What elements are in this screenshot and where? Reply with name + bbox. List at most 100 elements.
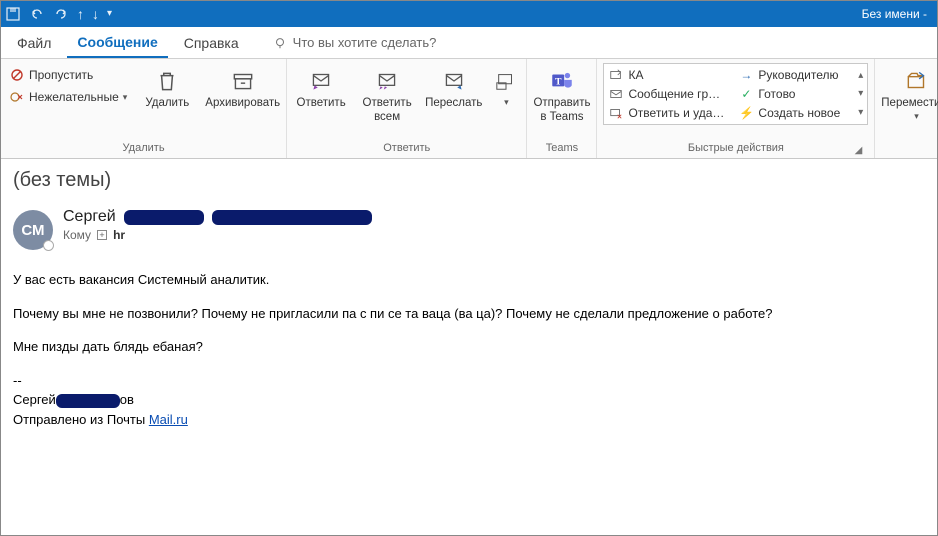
tell-me-placeholder: Что вы хотите сделать? [293,35,437,50]
delete-label: Удалить [145,97,189,111]
quickstep-manager[interactable]: →Руководителю [738,66,840,84]
body-paragraph: У вас есть вакансия Системный аналитик. [13,270,925,290]
quickstep-group-msg[interactable]: Сообщение гр… [608,85,724,103]
recipients-line: Кому + hr [63,228,372,242]
junk-label: Нежелательные [29,90,119,104]
ignore-label: Пропустить [29,68,93,82]
ribbon-tabs: Файл Сообщение Справка Что вы хотите сде… [1,27,937,59]
junk-icon [9,89,25,105]
avatar-initials: СМ [21,222,44,239]
reply-all-label: Ответить всем [363,97,412,125]
ignore-button[interactable]: Пропустить [7,65,129,85]
reply-all-button[interactable]: Ответить всем [359,63,415,125]
body-paragraph: Мне пизды дать блядь ебаная? [13,337,925,357]
respond-more-button[interactable]: ▾ [492,63,520,108]
sig-sent-from: Отправлено из Почты [13,412,149,427]
move-label: Переместить [881,97,938,111]
group-label-delete: Удалить [7,140,280,158]
expand-recipients-icon[interactable]: + [97,230,107,240]
reply-delete-icon [608,105,624,121]
sender-row: СМ Сергей Кому + hr [13,208,925,250]
ignore-icon [9,67,25,83]
lightning-icon: ⚡ [738,105,754,121]
quickstep-done[interactable]: ✓Готово [738,85,840,103]
tab-help[interactable]: Справка [174,29,249,57]
mailru-link[interactable]: Mail.ru [149,412,188,427]
qat-customize-icon[interactable]: ▾ [107,9,112,19]
quickstep-new[interactable]: ⚡Создать новое [738,104,840,122]
reply-icon [307,67,335,95]
move-button[interactable]: Переместить ▾ [881,63,938,122]
redo-icon[interactable] [53,6,69,22]
checkmark-icon: ✓ [738,86,754,102]
forward-arrow-icon: → [738,67,754,83]
undo-icon[interactable] [29,6,45,22]
tab-file[interactable]: Файл [7,29,61,57]
junk-button[interactable]: Нежелательные ▾ [7,87,129,107]
teams-label: Отправить в Teams [533,97,590,125]
presence-indicator-icon [43,240,54,251]
chevron-down-icon: ▾ [123,92,128,103]
envelope-icon [608,86,624,102]
reply-button[interactable]: Ответить [293,63,349,111]
forward-icon [440,67,468,95]
more-respond-icon [492,67,520,95]
ribbon-group-teams: T Отправить в Teams Teams [527,59,597,158]
delete-button[interactable]: Удалить [139,63,195,111]
send-to-teams-button[interactable]: T Отправить в Teams [533,63,590,125]
title-bar: ↑ ↓ ▾ Без имени - [1,1,937,27]
sig-name-suffix: ов [120,392,134,407]
move-icon [903,67,931,95]
message-pane: (без темы) СМ Сергей Кому + hr У вас ест… [1,159,937,439]
ribbon-group-respond: Ответить Ответить всем Переслать ▾ Ответ… [287,59,527,158]
archive-icon [229,67,257,95]
tab-message[interactable]: Сообщение [67,28,167,58]
redacted-block [124,210,204,225]
svg-text:T: T [555,76,562,87]
save-icon[interactable] [5,6,21,22]
chevron-down-icon: ▾ [504,97,509,108]
quickstep-reply-delete[interactable]: Ответить и уда… [608,104,724,122]
dialog-launcher-icon[interactable]: ◢ [855,145,867,156]
chevron-up-icon[interactable]: ▴ [858,70,863,81]
body-paragraph: Почему вы мне не позвонили? Почему не пр… [13,304,925,324]
ribbon-group-quicksteps: КА Сообщение гр… Ответить и уда… →Руково… [597,59,875,158]
message-body: У вас есть вакансия Системный аналитик. … [13,270,925,429]
message-subject: (без темы) [13,169,925,192]
to-label: Кому [63,228,91,242]
expand-gallery-icon[interactable]: ▾ [858,107,863,118]
reply-all-icon [373,67,401,95]
sig-name-prefix: Сергей [13,392,56,407]
group-label-quicksteps: Быстрые действия [688,140,784,158]
teams-icon: T [548,67,576,95]
group-label-teams: Teams [533,140,590,158]
lightbulb-icon [273,36,287,50]
redacted-block [56,394,120,408]
down-arrow-icon[interactable]: ↓ [92,7,99,21]
window-title: Без имени - [862,7,933,21]
group-label-respond: Ответить [293,140,520,158]
chevron-down-icon[interactable]: ▾ [858,88,863,99]
archive-button[interactable]: Архивировать [205,63,280,111]
avatar[interactable]: СМ [13,210,53,250]
forward-label: Переслать [425,97,482,111]
sender-name-line: Сергей [63,208,372,226]
trash-icon [153,67,181,95]
chevron-down-icon: ▾ [914,111,919,122]
signature-block: -- Сергейов Отправлено из Почты Mail.ru [13,371,925,430]
up-arrow-icon[interactable]: ↑ [77,7,84,21]
quick-access-toolbar: ↑ ↓ ▾ [5,6,112,22]
forward-button[interactable]: Переслать [425,63,482,111]
quicksteps-scroll[interactable]: ▴ ▾ ▾ [854,66,863,122]
redacted-block [212,210,372,225]
move-folder-icon [608,67,624,83]
ribbon-group-move: Переместить ▾ [875,59,938,158]
quicksteps-gallery[interactable]: КА Сообщение гр… Ответить и уда… →Руково… [603,63,868,125]
quickstep-ka[interactable]: КА [608,66,724,84]
archive-label: Архивировать [205,97,280,111]
group-label-move [881,140,938,158]
sender-first-name: Сергей [63,208,116,226]
recipient-value: hr [113,228,125,242]
ribbon: Пропустить Нежелательные ▾ Удалить Архив… [1,59,937,159]
tell-me-search[interactable]: Что вы хотите сделать? [273,35,437,50]
